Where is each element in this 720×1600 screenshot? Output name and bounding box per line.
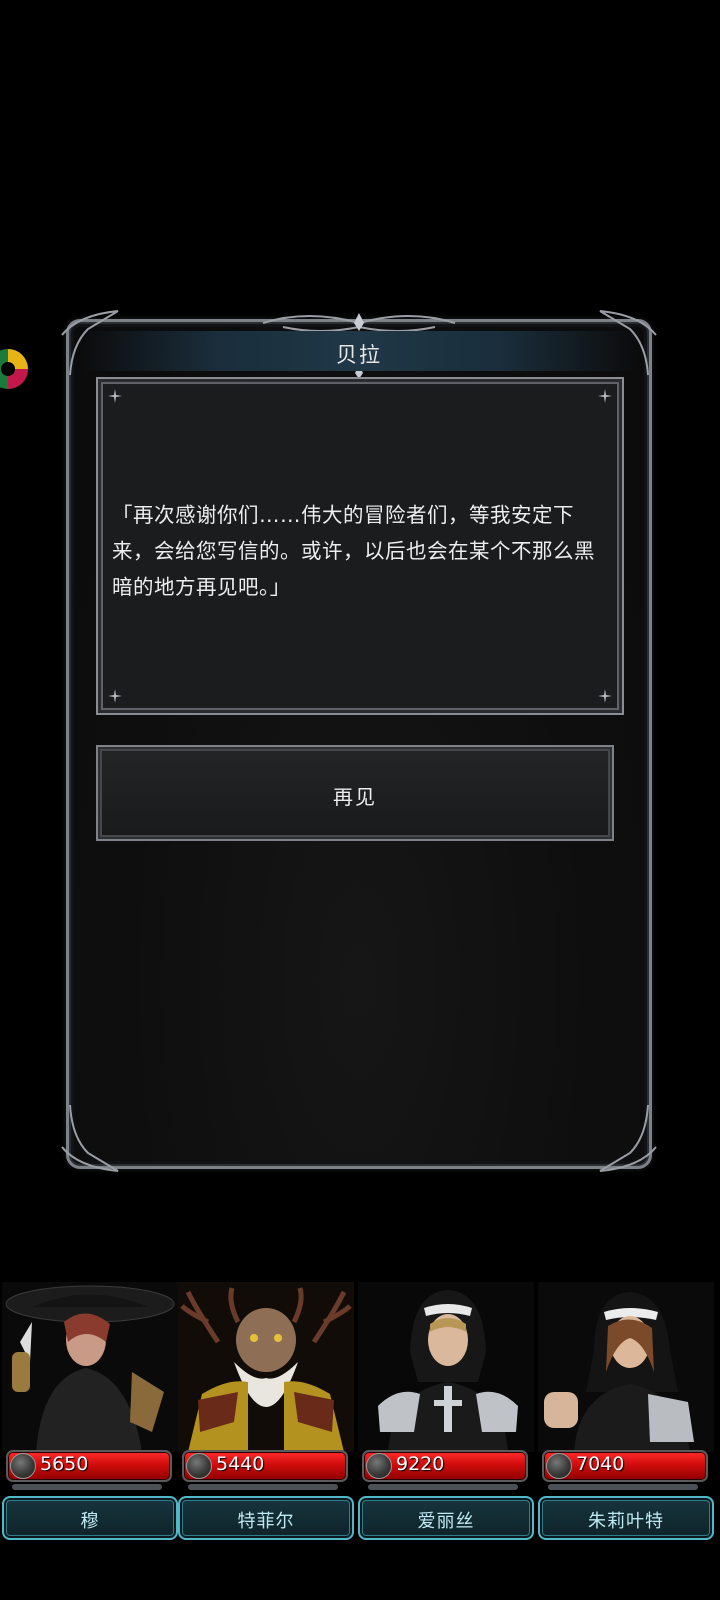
name-plate[interactable]: 朱莉叶特 [538, 1496, 714, 1540]
character-portrait-nun-fighter[interactable] [538, 1282, 714, 1452]
speaker-name: 贝拉 [336, 343, 382, 367]
name-plate[interactable]: 特菲尔 [178, 1496, 354, 1540]
hp-value: 5440 [216, 1453, 265, 1475]
character-portrait-hooded-rogue[interactable] [2, 1282, 178, 1452]
hp-value: 9220 [396, 1453, 445, 1475]
game-screen: 贝拉 「再次感谢你们……伟大的冒险者们，等我安定下来，会给您写信的。或许，以后也… [0, 0, 720, 1600]
mp-bar [12, 1484, 162, 1490]
hp-value: 5650 [40, 1453, 89, 1475]
sword-icon [546, 1453, 572, 1479]
farewell-option-button[interactable]: 再见 [96, 745, 614, 841]
dialog-window: 贝拉 「再次感谢你们……伟大的冒险者们，等我安定下来，会给您写信的。或许，以后也… [58, 305, 660, 1177]
corner-star-icon [598, 389, 612, 403]
corner-star-icon [108, 389, 122, 403]
sword-icon [186, 1453, 212, 1479]
character-portrait-armored-nun[interactable] [358, 1282, 534, 1452]
message-box: 「再次感谢你们……伟大的冒险者们，等我安定下来，会给您写信的。或许，以后也会在某… [96, 377, 624, 715]
party-member-4[interactable]: 7040 朱莉叶特 [536, 1282, 716, 1542]
corner-star-icon [108, 689, 122, 703]
sword-icon [366, 1453, 392, 1479]
character-name: 爱丽丝 [417, 1511, 475, 1532]
character-name: 穆 [80, 1511, 100, 1532]
hp-bar: 7040 [542, 1450, 708, 1482]
party-member-3[interactable]: 9220 爱丽丝 [356, 1282, 536, 1542]
hp-bar: 5440 [182, 1450, 348, 1482]
mp-bar [548, 1484, 698, 1490]
hp-bar: 5650 [6, 1450, 172, 1482]
name-plate[interactable]: 穆 [2, 1496, 178, 1540]
party-member-2[interactable]: 5440 特菲尔 [176, 1282, 356, 1542]
sword-icon [10, 1453, 36, 1479]
farewell-option-label: 再见 [333, 785, 377, 809]
mp-bar [368, 1484, 518, 1490]
character-portrait-antlered-elder[interactable] [178, 1282, 354, 1452]
party-bar: 5650 穆 5440 特菲尔 9220 爱丽丝 7040 朱莉叶特 [0, 1282, 720, 1600]
dialog-message: 「再次感谢你们……伟大的冒险者们，等我安定下来，会给您写信的。或许，以后也会在某… [112, 503, 595, 599]
name-plate[interactable]: 爱丽丝 [358, 1496, 534, 1540]
corner-star-icon [598, 689, 612, 703]
mp-bar [188, 1484, 338, 1490]
overlay-logo-icon[interactable] [0, 340, 30, 398]
hp-bar: 9220 [362, 1450, 528, 1482]
character-name: 朱莉叶特 [588, 1511, 664, 1532]
party-member-1[interactable]: 5650 穆 [0, 1282, 180, 1542]
character-name: 特菲尔 [237, 1511, 295, 1532]
hp-value: 7040 [576, 1453, 625, 1475]
